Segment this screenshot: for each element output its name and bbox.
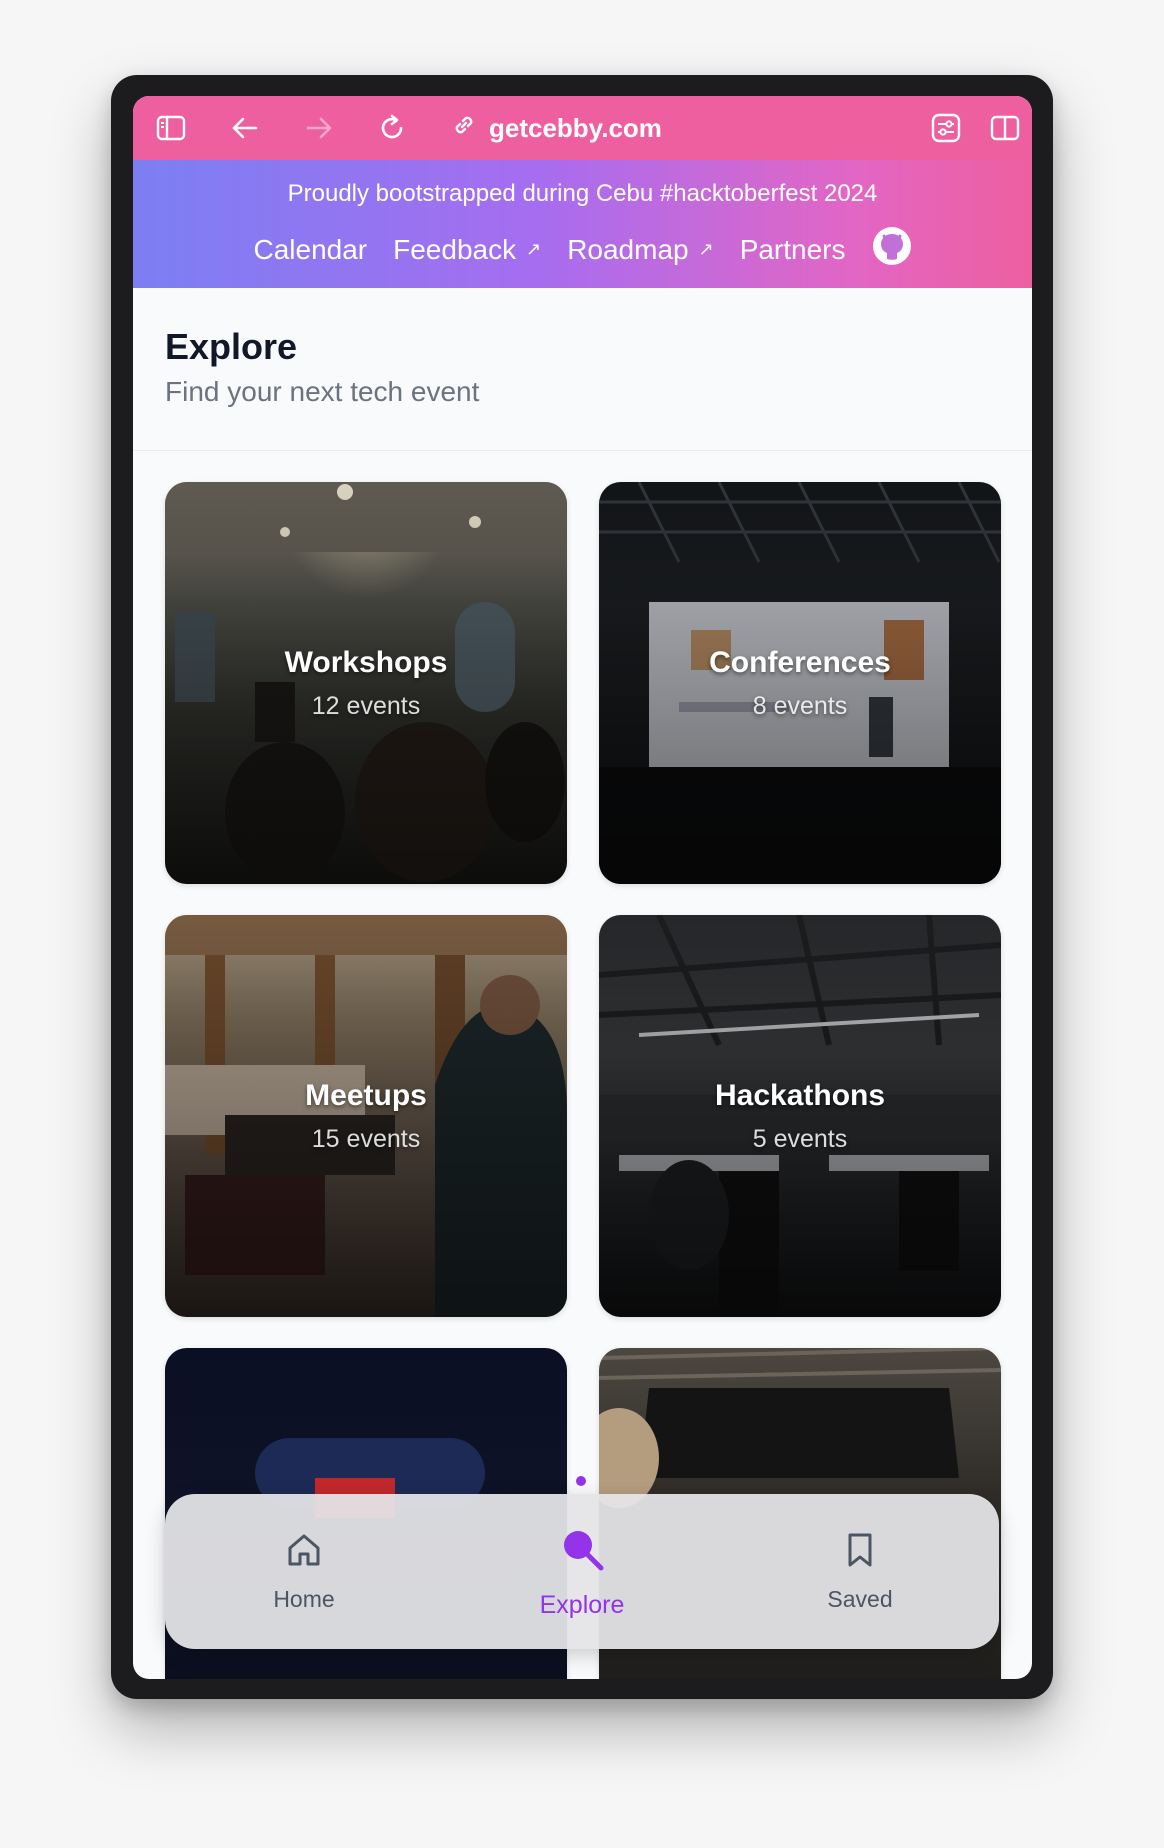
nav-item-home[interactable]: Home <box>204 1530 404 1613</box>
category-card-hackathons[interactable]: Hackathons 5 events <box>599 915 1001 1317</box>
page-title: Explore <box>165 326 298 367</box>
category-card-conferences[interactable]: Conferences 8 events <box>599 482 1001 884</box>
browser-toolbar: getcebby.com <box>133 96 1032 160</box>
promo-text: Proudly bootstrapped during Cebu #hackto… <box>287 180 878 207</box>
card-overlay <box>599 915 1001 1317</box>
bottom-navigation: Home Explore Saved <box>165 1494 999 1649</box>
event-count: 8 events <box>752 692 848 720</box>
url-text: getcebby.com <box>489 112 662 143</box>
nav-item-label: Saved <box>827 1586 893 1612</box>
github-icon[interactable] <box>872 226 912 273</box>
page-header: Explore Find your next tech event <box>133 288 1032 451</box>
card-overlay <box>599 482 1001 884</box>
category-card-workshops[interactable]: Workshops 12 events <box>165 482 567 884</box>
category-name: Workshops <box>284 646 448 679</box>
nav-link-label: Partners <box>739 233 846 265</box>
nav-item-label: Explore <box>539 1590 625 1619</box>
split-view-icon[interactable] <box>989 112 1021 144</box>
nav-link-feedback[interactable]: Feedback ↗ <box>393 234 541 266</box>
link-icon <box>451 112 477 145</box>
back-arrow-icon[interactable] <box>229 112 261 144</box>
category-name: Hackathons <box>714 1079 886 1112</box>
nav-link-label: Roadmap <box>567 233 689 265</box>
event-count: 15 events <box>311 1125 421 1153</box>
forward-arrow-icon[interactable] <box>303 112 335 144</box>
category-name: Meetups <box>305 1079 427 1112</box>
page-subtitle: Find your next tech event <box>165 376 480 407</box>
nav-link-roadmap[interactable]: Roadmap ↗ <box>567 234 714 266</box>
address-bar[interactable]: getcebby.com <box>451 112 662 144</box>
nav-link-label: Calendar <box>253 233 368 265</box>
event-count: 5 events <box>752 1125 848 1153</box>
nav-item-saved[interactable]: Saved <box>760 1530 960 1613</box>
external-link-icon: ↗ <box>698 239 714 259</box>
search-icon <box>557 1524 607 1581</box>
promo-banner: Proudly bootstrapped during Cebu #hackto… <box>133 160 1032 288</box>
settings-sliders-icon[interactable] <box>930 112 962 144</box>
nav-link-partners[interactable]: Partners <box>740 234 846 266</box>
external-link-icon: ↗ <box>526 239 542 259</box>
home-icon <box>284 1530 324 1576</box>
reload-icon[interactable] <box>376 112 408 144</box>
nav-item-explore[interactable]: Explore <box>482 1524 682 1620</box>
category-card-meetups[interactable]: Meetups 15 events <box>165 915 567 1317</box>
device-screen: getcebby.com Proudly bootstrapped during… <box>133 96 1032 1679</box>
nav-link-calendar[interactable]: Calendar <box>253 234 367 266</box>
category-name: Conferences <box>709 646 891 679</box>
promo-nav: Calendar Feedback ↗ Roadmap ↗ Partners <box>133 226 1032 273</box>
nav-link-label: Feedback <box>393 233 517 265</box>
event-count: 12 events <box>311 692 421 720</box>
card-overlay <box>165 482 567 884</box>
nav-item-label: Home <box>273 1586 335 1612</box>
active-indicator-dot <box>576 1476 586 1486</box>
sidebar-icon[interactable] <box>155 112 187 144</box>
bookmark-icon <box>840 1530 880 1576</box>
card-overlay <box>165 915 567 1317</box>
